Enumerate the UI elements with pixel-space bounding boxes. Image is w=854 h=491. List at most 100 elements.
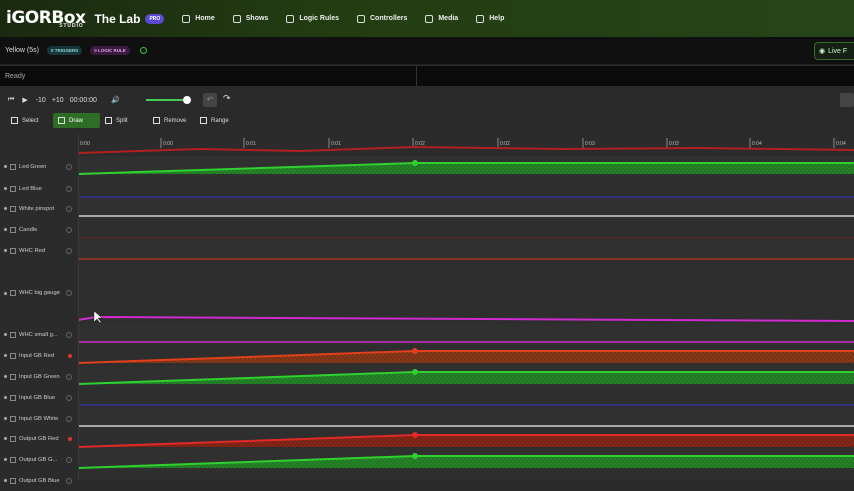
- track-lane[interactable]: [78, 240, 854, 261]
- track-lane[interactable]: [78, 219, 854, 240]
- volume-slider[interactable]: [146, 99, 188, 101]
- select-tool[interactable]: Select: [6, 113, 44, 128]
- settings-icon[interactable]: [66, 185, 72, 192]
- visibility-icon[interactable]: [4, 187, 7, 190]
- nav-media[interactable]: Media: [425, 14, 458, 23]
- track-lane[interactable]: [78, 262, 854, 324]
- transport-bar: ⏮ ▶ -10 +10 00:00:00 🔊 ↶ ↷: [0, 88, 854, 112]
- settings-icon[interactable]: [66, 456, 72, 463]
- track-row[interactable]: Input GB Blue: [0, 387, 78, 408]
- track-row[interactable]: Input GB White: [0, 408, 78, 429]
- ruler-label: 0:00: [80, 141, 90, 147]
- track-row[interactable]: Led Blue: [0, 178, 78, 199]
- track-row[interactable]: WHC big gauge: [0, 262, 78, 324]
- app-logo[interactable]: iGORBox STUDIO: [6, 10, 86, 29]
- fixture-icon: [10, 373, 16, 380]
- settings-icon[interactable]: [66, 331, 72, 338]
- fixture-icon: [10, 394, 16, 401]
- visibility-icon[interactable]: [4, 228, 7, 231]
- track-row[interactable]: Led Green: [0, 156, 78, 177]
- track-label: Input GB Green: [19, 373, 60, 380]
- play-icon[interactable]: ▶: [22, 96, 27, 104]
- remove-tool[interactable]: Remove: [148, 113, 191, 128]
- visibility-icon[interactable]: [4, 354, 7, 357]
- nav-controllers[interactable]: Controllers: [357, 14, 407, 23]
- visibility-icon[interactable]: [4, 375, 7, 378]
- settings-icon[interactable]: [66, 373, 72, 380]
- logic-rule-chip[interactable]: 0 LOGIC RULE: [90, 46, 130, 55]
- ruler-label: 0:03: [585, 141, 595, 147]
- track-label: WHC big gauge: [19, 290, 60, 296]
- visibility-icon[interactable]: [4, 479, 7, 482]
- keyframe-point[interactable]: [412, 432, 418, 438]
- settings-icon[interactable]: [66, 415, 72, 422]
- status-indicator-icon: [139, 47, 147, 54]
- track-row[interactable]: Candle: [0, 219, 78, 240]
- cue-name[interactable]: Yellow (5s): [5, 47, 39, 54]
- track-list: Led Green Led Blue White pinspot Candle WHC …: [0, 134, 79, 484]
- settings-icon[interactable]: [66, 205, 72, 212]
- nav-help[interactable]: Help: [476, 14, 504, 23]
- keyframe-point[interactable]: [412, 369, 418, 375]
- track-lane[interactable]: [78, 178, 854, 199]
- nav-shows[interactable]: Shows: [232, 14, 268, 23]
- triggers-chip[interactable]: 0 TRIGGERS: [46, 46, 83, 55]
- visibility-icon[interactable]: [4, 437, 7, 440]
- keyframe-point[interactable]: [412, 453, 418, 459]
- volume-slider-handle[interactable]: [183, 96, 191, 104]
- logic-rules-icon: [286, 14, 295, 23]
- settings-icon[interactable]: [66, 226, 72, 233]
- visibility-icon[interactable]: [4, 458, 7, 461]
- live-button[interactable]: ◉ Live F: [814, 42, 854, 60]
- keyframe-point[interactable]: [412, 160, 418, 166]
- track-label: Input GB Red: [19, 352, 55, 359]
- track-label: Input GB White: [19, 415, 59, 422]
- track-row[interactable]: Output GB Blue: [0, 470, 78, 491]
- volume-icon[interactable]: 🔊: [111, 96, 120, 104]
- visibility-icon[interactable]: [4, 291, 7, 295]
- track-lane[interactable]: [78, 470, 854, 480]
- undo-icon[interactable]: ↶: [203, 93, 217, 107]
- visibility-icon[interactable]: [4, 165, 7, 168]
- redo-icon[interactable]: ↷: [223, 93, 231, 104]
- settings-icon[interactable]: [66, 477, 72, 484]
- keyframe-point[interactable]: [412, 348, 418, 354]
- rewind-10-button[interactable]: -10: [36, 97, 46, 104]
- track-row[interactable]: Output GB G...: [0, 449, 78, 470]
- track-row[interactable]: WHC small g...: [0, 324, 78, 345]
- fixture-icon: [10, 185, 16, 192]
- forward-10-button[interactable]: +10: [52, 97, 64, 104]
- track-row[interactable]: Input GB Green: [0, 366, 78, 387]
- skip-back-icon[interactable]: ⏮: [8, 96, 14, 104]
- visibility-icon[interactable]: [4, 417, 7, 420]
- settings-icon[interactable]: [66, 163, 72, 170]
- track-row[interactable]: Output GB Red: [0, 428, 78, 449]
- timeline-canvas[interactable]: 0:00 0:00 0:01 0:01 0:02 0:02 0:03 0:03 0:04 0:04: [0, 134, 854, 480]
- track-row[interactable]: WHC Red: [0, 240, 78, 261]
- time-ruler[interactable]: [78, 134, 854, 154]
- split-tool[interactable]: Split: [100, 113, 133, 128]
- nav-logic-rules[interactable]: Logic Rules: [286, 14, 339, 23]
- top-navbar: iGORBox STUDIO The Lab PRO Home Shows Log…: [0, 0, 854, 37]
- status-text: Ready: [5, 72, 26, 80]
- gamepad-icon: ◉: [819, 48, 826, 55]
- draw-tool[interactable]: Draw: [53, 113, 100, 128]
- settings-icon[interactable]: [66, 290, 72, 296]
- visibility-icon[interactable]: [4, 333, 7, 336]
- visibility-icon[interactable]: [4, 396, 7, 399]
- settings-icon[interactable]: [66, 394, 72, 401]
- search-icon[interactable]: [840, 93, 854, 107]
- record-icon[interactable]: [68, 353, 72, 358]
- range-tool[interactable]: Range: [195, 113, 234, 128]
- track-row[interactable]: White pinspot: [0, 198, 78, 219]
- nav-home[interactable]: Home: [182, 14, 215, 23]
- track-row[interactable]: Input GB Red: [0, 345, 78, 366]
- settings-icon[interactable]: [66, 247, 72, 254]
- visibility-icon[interactable]: [4, 249, 7, 252]
- trash-icon: [153, 117, 160, 124]
- fixture-icon: [10, 415, 16, 422]
- visibility-icon[interactable]: [4, 207, 7, 210]
- record-icon[interactable]: [68, 436, 72, 441]
- fixture-icon: [10, 352, 16, 359]
- timeline[interactable]: 0:00 0:00 0:01 0:01 0:02 0:02 0:03 0:03 0:04 0:04…: [0, 134, 854, 484]
